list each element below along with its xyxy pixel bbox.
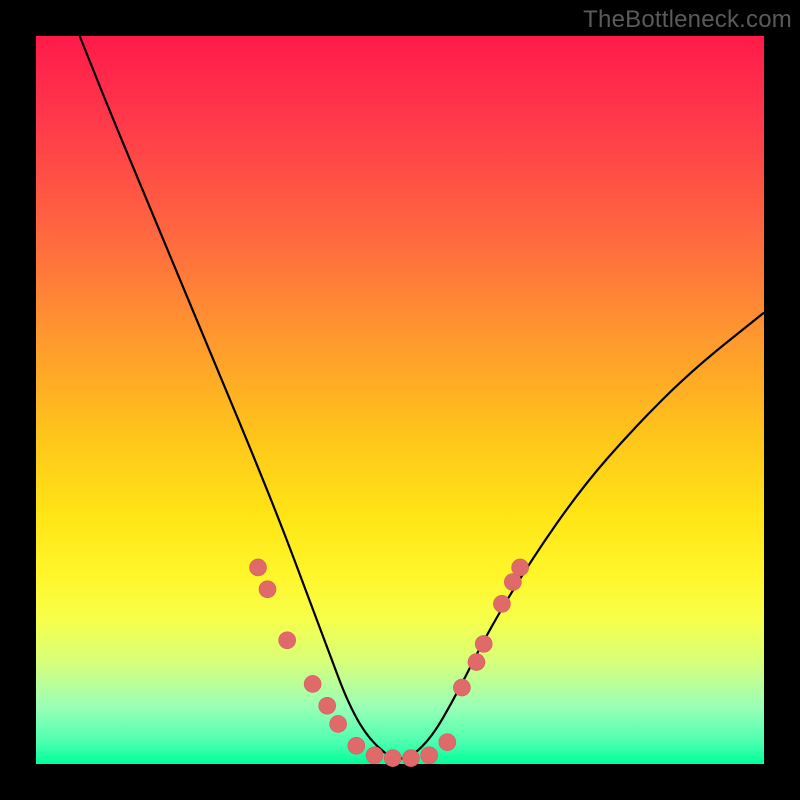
chart-markers <box>250 559 529 767</box>
chart-marker-dot <box>366 747 383 764</box>
watermark-text: TheBottleneck.com <box>583 6 792 34</box>
chart-marker-dot <box>330 715 347 732</box>
chart-marker-dot <box>493 595 510 612</box>
chart-marker-dot <box>319 697 336 714</box>
chart-marker-dot <box>421 747 438 764</box>
chart-marker-dot <box>348 737 365 754</box>
bottleneck-curve <box>80 36 764 759</box>
chart-marker-dot <box>468 654 485 671</box>
chart-marker-dot <box>475 635 492 652</box>
chart-plot-area <box>36 36 764 764</box>
chart-marker-dot <box>512 559 529 576</box>
chart-marker-dot <box>402 750 419 767</box>
chart-marker-dot <box>279 632 296 649</box>
chart-frame: TheBottleneck.com <box>0 0 800 800</box>
chart-marker-dot <box>259 581 276 598</box>
chart-marker-dot <box>304 675 321 692</box>
chart-marker-dot <box>250 559 267 576</box>
chart-marker-dot <box>453 679 470 696</box>
chart-marker-dot <box>439 734 456 751</box>
chart-svg <box>36 36 764 764</box>
chart-marker-dot <box>384 750 401 767</box>
